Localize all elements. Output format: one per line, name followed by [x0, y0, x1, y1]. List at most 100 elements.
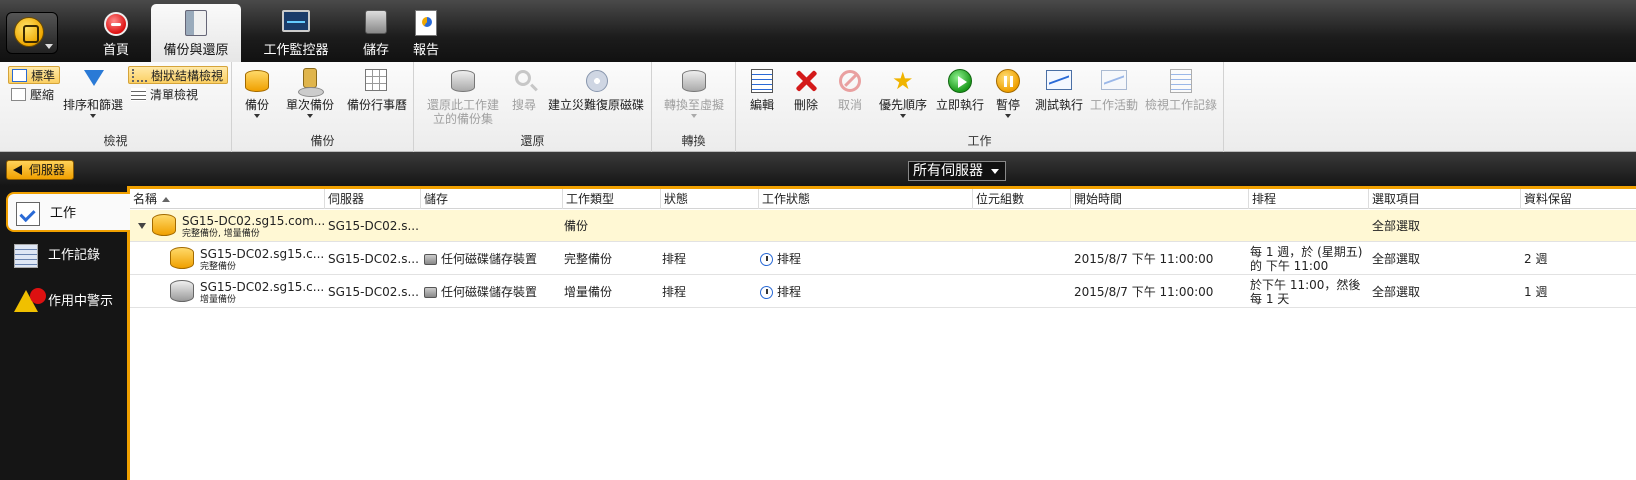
column-header-job-status[interactable]: 工作狀態: [758, 189, 972, 209]
job-type-cell: 完整備份: [564, 252, 613, 266]
chevron-down-icon: [1005, 114, 1011, 118]
start-time-cell: 2015/8/7 下午 11:00:00: [1074, 285, 1214, 299]
delete-button[interactable]: 刪除: [788, 66, 824, 112]
job-history-icon: [14, 244, 38, 268]
column-header-storage[interactable]: 儲存: [420, 189, 562, 209]
run-now-button[interactable]: 立即執行: [934, 66, 986, 112]
storage-cell: 任何磁碟儲存裝置: [424, 243, 560, 275]
column-header-status[interactable]: 狀態: [660, 189, 758, 209]
table-row[interactable]: SG15-DC02.sg15.c... 增量備份 SG15-DC02.s... …: [130, 276, 1636, 308]
job-name-cell: SG15-DC02.sg15.c... 增量備份: [200, 276, 324, 308]
button-label: 轉換至虛擬: [663, 98, 724, 112]
back-to-servers-button[interactable]: 伺服器: [6, 160, 75, 180]
job-history-icon: [1166, 66, 1196, 96]
tab-reports[interactable]: 報告: [396, 4, 456, 62]
top-tab-bar: 首頁 備份與還原 工作監控器 儲存 報告: [0, 0, 1636, 62]
job-activity-button[interactable]: 工作活動: [1088, 66, 1140, 112]
nav-item-job-history[interactable]: 工作記錄: [6, 236, 130, 276]
button-label: 取消: [837, 98, 862, 112]
search-button[interactable]: 搜尋: [506, 66, 542, 112]
convert-to-virtual-button[interactable]: 轉換至虛擬: [660, 66, 728, 118]
nav-item-jobs[interactable]: 工作: [6, 192, 130, 232]
view-job-history-button[interactable]: 檢視工作記錄: [1142, 66, 1220, 112]
chevron-down-icon: [307, 114, 313, 118]
column-header-start-time[interactable]: 開始時間: [1070, 189, 1248, 209]
tab-home[interactable]: 首頁: [74, 4, 158, 62]
one-time-backup-icon: [295, 66, 325, 97]
server-cell: SG15-DC02.s...: [328, 219, 418, 233]
backup-calendar-button[interactable]: 備份行事曆: [344, 66, 410, 112]
button-label: 備份: [244, 98, 269, 112]
pause-button[interactable]: 暫停: [990, 66, 1026, 118]
column-header-name[interactable]: 名稱: [130, 189, 324, 209]
nav-item-active-alerts[interactable]: 作用中警示: [6, 282, 130, 322]
column-header-schedule[interactable]: 排程: [1248, 189, 1368, 209]
navigation-bar: 伺服器 所有伺服器: [0, 152, 1636, 186]
button-label: 伺服器: [29, 163, 66, 177]
disk-storage-icon: [424, 287, 437, 298]
table-row[interactable]: SG15-DC02.sg15.com... 完整備份, 增量備份 SG15-DC…: [130, 210, 1636, 242]
priority-button[interactable]: ★ 優先順序: [876, 66, 930, 118]
one-time-backup-button[interactable]: 單次備份: [284, 66, 336, 118]
clock-icon: [760, 253, 773, 266]
dropdown-value: 所有伺服器: [913, 163, 983, 179]
button-label: 刪除: [793, 98, 818, 112]
nav-item-label: 作用中警示: [48, 294, 114, 309]
status-cell: 排程: [662, 252, 687, 266]
list-view-button[interactable]: 清單檢視: [128, 86, 202, 104]
column-header-selection[interactable]: 選取項目: [1368, 189, 1520, 209]
column-header-job-type[interactable]: 工作類型: [562, 189, 660, 209]
job-type-cell: 備份: [564, 219, 589, 233]
chevron-down-icon: [900, 114, 906, 118]
application-menu-button[interactable]: [6, 12, 58, 54]
tab-backup-restore[interactable]: 備份與還原: [151, 4, 241, 62]
nav-item-label: 工作: [50, 206, 77, 221]
server-cell: SG15-DC02.s...: [328, 285, 418, 299]
disc-icon: [581, 66, 611, 96]
job-icon: [16, 202, 40, 226]
job-status-cell: 排程: [760, 276, 968, 308]
ribbon-group-view: 標準 壓縮 排序和篩選 樹狀結構檢視 清單檢視 檢視: [0, 62, 232, 152]
report-icon: [412, 10, 440, 36]
start-time-cell: 2015/8/7 下午 11:00:00: [1074, 252, 1214, 266]
arrow-left-icon: [13, 165, 22, 175]
job-name-cell: SG15-DC02.sg15.com... 完整備份, 增量備份: [182, 210, 324, 242]
tab-job-monitor[interactable]: 工作監控器: [250, 4, 342, 62]
list-view-icon: [131, 88, 146, 101]
star-icon: ★: [892, 67, 914, 95]
button-label: 檢視工作記錄: [1144, 98, 1217, 112]
cancel-button[interactable]: 取消: [832, 66, 868, 112]
chevron-down-icon: [45, 44, 53, 49]
restore-from-set-button[interactable]: 還原此工作建立的備份集: [422, 66, 504, 126]
server-filter-dropdown[interactable]: 所有伺服器: [908, 161, 1006, 181]
tab-label: 備份與還原: [163, 43, 229, 58]
column-header-bytes[interactable]: 位元組數: [972, 189, 1070, 209]
column-header-retention[interactable]: 資料保留: [1520, 189, 1636, 209]
tree-view-button[interactable]: 樹狀結構檢視: [128, 66, 229, 84]
create-dr-disk-button[interactable]: 建立災難復原磁碟: [544, 66, 648, 112]
test-run-button[interactable]: 測試執行: [1032, 66, 1086, 112]
edit-button[interactable]: 編輯: [744, 66, 780, 112]
nav-item-label: 工作記錄: [48, 248, 101, 263]
expand-collapse-icon[interactable]: [138, 223, 146, 229]
standard-view-button[interactable]: 標準: [8, 66, 61, 84]
schedule-cell: 於下午 11:00，然後 每 1 天: [1250, 278, 1361, 306]
button-label: 樹狀結構檢視: [151, 69, 224, 83]
selection-cell: 全部選取: [1372, 285, 1421, 299]
filter-icon: [78, 66, 108, 96]
button-label: 立即執行: [935, 98, 984, 112]
group-label: 備份: [310, 134, 335, 148]
job-name: SG15-DC02.sg15.c...: [200, 280, 324, 294]
calendar-icon: [362, 66, 392, 96]
compact-view-button[interactable]: 壓縮: [8, 86, 58, 104]
edit-list-icon: [747, 66, 777, 96]
column-header-server[interactable]: 伺服器: [324, 189, 420, 209]
status-cell: 排程: [662, 285, 687, 299]
table-row[interactable]: SG15-DC02.sg15.c... 完整備份 SG15-DC02.s... …: [130, 243, 1636, 275]
sort-filter-button[interactable]: 排序和篩選: [60, 66, 126, 118]
cancel-icon: [835, 66, 865, 96]
table-header: 名稱 伺服器 儲存 工作類型 狀態 工作狀態 位元組數 開始時間 排程 選取項目…: [130, 189, 1636, 209]
home-icon: [102, 10, 130, 36]
backup-button[interactable]: 備份: [238, 66, 276, 118]
button-label: 測試執行: [1034, 98, 1083, 112]
